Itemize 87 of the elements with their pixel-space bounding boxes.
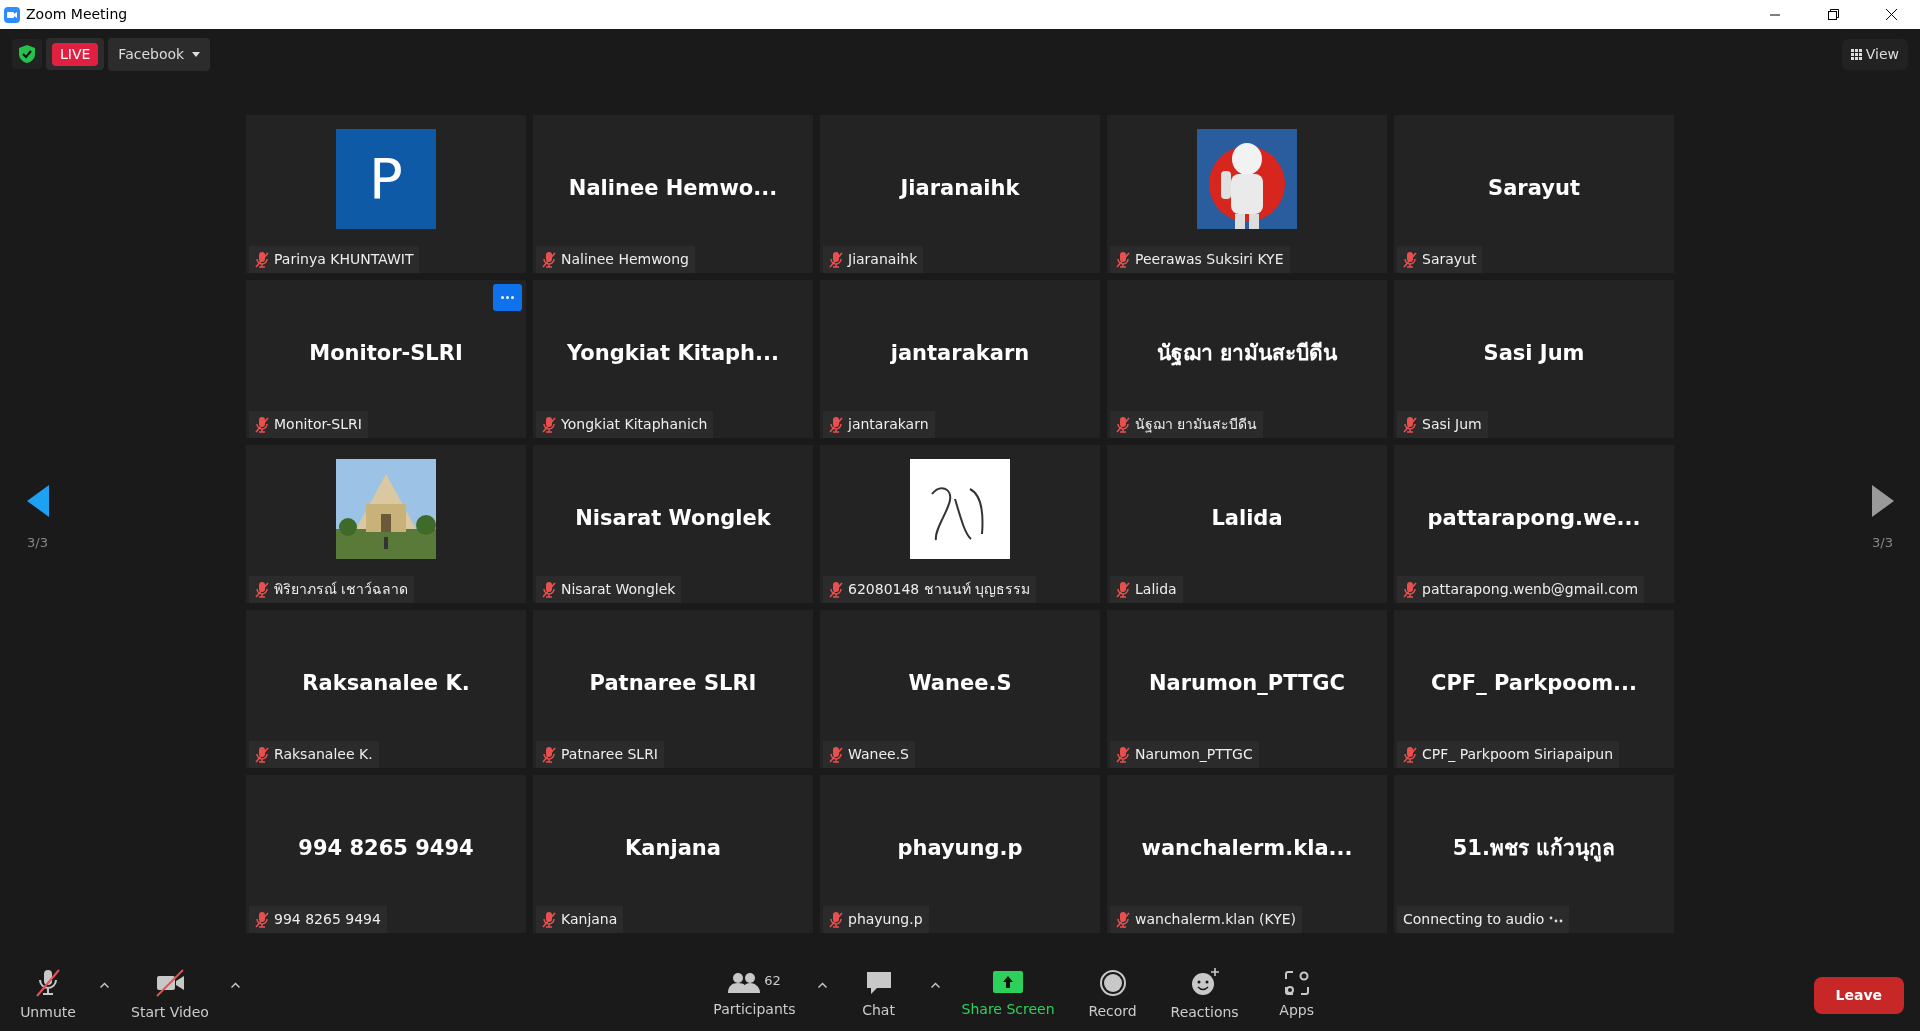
participant-name: Narumon_PTTGC: [1135, 745, 1253, 764]
participant-count: 62: [764, 971, 781, 990]
display-name: phayung.p: [897, 835, 1023, 863]
previous-page-button[interactable]: [26, 485, 49, 518]
share-screen-icon[interactable]: [993, 970, 1024, 995]
apps-button[interactable]: Apps: [1256, 967, 1337, 1023]
apps-icon[interactable]: [1283, 969, 1310, 996]
display-name: Sasi Jum: [1483, 340, 1585, 368]
record-icon[interactable]: [1098, 968, 1127, 997]
display-name: jantarakarn: [890, 340, 1030, 368]
display-name: wanchalerm.kla...: [1141, 835, 1353, 863]
display-name: Nalinee Hemwo...: [568, 175, 778, 203]
caret-up-icon: [230, 981, 240, 988]
grid-icon: [1850, 48, 1862, 60]
caret-up-icon: [100, 981, 109, 988]
participant-name: Wanee.S: [848, 745, 909, 764]
participant-name: Nisarat Wonglek: [561, 580, 676, 599]
display-name: 994 8265 9494: [298, 835, 474, 863]
display-name: Kanjana: [625, 835, 721, 863]
record-button[interactable]: Record: [1072, 966, 1153, 1024]
display-name: Yongkiat Kitaph...: [567, 340, 779, 368]
more-icon: [501, 296, 514, 299]
participant-name: pattarapong.wenb@gmail.com: [1422, 580, 1639, 599]
window-title: Zoom Meeting: [26, 5, 129, 24]
participant-name: 994 8265 9494: [274, 910, 381, 929]
caret-up-icon: [930, 981, 940, 988]
participant-name: Sarayut: [1422, 250, 1477, 269]
display-name: Patnaree SLRI: [589, 670, 757, 698]
video-button[interactable]: Start Video: [121, 965, 219, 1025]
stream-dropdown[interactable]: Facebook: [108, 37, 211, 71]
security-button[interactable]: [12, 39, 42, 69]
leave-button[interactable]: Leave: [1813, 976, 1904, 1014]
display-name: Jiaranaihk: [900, 175, 1020, 203]
participants-button[interactable]: 62 Participants: [703, 968, 806, 1022]
shield-icon: [19, 45, 35, 63]
share-button[interactable]: Share Screen: [951, 968, 1065, 1022]
participant-name: Peerawas Suksiri KYE: [1135, 250, 1284, 269]
page-indicator: 3/3: [27, 534, 48, 553]
display-name: pattarapong.we...: [1427, 505, 1641, 533]
caret-up-icon: [817, 981, 827, 988]
participant-name: Lalida: [1135, 580, 1177, 599]
display-name: 51.พชร แก้วนุกูล: [1452, 835, 1616, 864]
avatar: P: [336, 129, 436, 229]
view-button[interactable]: View: [1841, 38, 1908, 70]
participant-name: 62080148 ชานนท์ บุญธรรม: [848, 580, 1031, 600]
left-arrow-icon: [26, 485, 49, 518]
display-name: Nisarat Wonglek: [575, 505, 771, 533]
participant-name: Parinya KHUNTAWIT: [274, 250, 414, 269]
restore-icon: [1827, 9, 1839, 20]
display-name: CPF_ Parkpoom...: [1431, 670, 1637, 698]
display-name: Monitor-SLRI: [309, 340, 463, 368]
participant-name: Yongkiat Kitaphanich: [561, 415, 708, 434]
live-badge: LIVE: [52, 43, 99, 66]
participant-name: Sasi Jum: [1422, 415, 1482, 434]
muted-mic-icon[interactable]: [33, 967, 63, 998]
participant-name: Patnaree SLRI: [561, 745, 658, 764]
right-arrow-icon: [1871, 485, 1894, 518]
participant-name: นัฐฌา ยามันสะบีดีน: [1135, 415, 1258, 435]
video-off-icon[interactable]: [154, 967, 185, 998]
display-name: Narumon_PTTGC: [1149, 670, 1345, 698]
participant-name: Monitor-SLRI: [274, 415, 362, 434]
participant-name: Jiaranaihk: [848, 250, 918, 269]
participant-name: Connecting to audio: [1403, 910, 1545, 929]
chat-button[interactable]: Chat: [838, 967, 919, 1023]
participant-name: phayung.p: [848, 910, 923, 929]
display-name: Wanee.S: [908, 670, 1012, 698]
participant-name: CPF_ Parkpoom Siriapaipun: [1422, 745, 1614, 764]
smiley-plus-icon[interactable]: [1189, 967, 1220, 998]
display-name: Lalida: [1211, 505, 1283, 533]
participant-name: wanchalerm.klan (KYE): [1135, 910, 1297, 929]
display-name: นัฐฌา ยามันสะบีดีน: [1156, 340, 1338, 368]
mic-button[interactable]: Unmute: [8, 965, 88, 1025]
display-name: Sarayut: [1488, 175, 1580, 203]
close-icon: [1885, 9, 1897, 20]
more-options-button[interactable]: [493, 284, 522, 311]
caret-icon: [192, 51, 201, 57]
display-name: Raksanalee K.: [302, 670, 470, 698]
reactions-button[interactable]: Reactions: [1160, 965, 1249, 1025]
participant-name: Raksanalee K.: [274, 745, 373, 764]
participant-name: Nalinee Hemwong: [561, 250, 689, 269]
participant-name: Kanjana: [561, 910, 618, 929]
zoom-logo-icon: [4, 6, 20, 23]
participant-name: jantarakarn: [848, 415, 929, 434]
people-icon[interactable]: [728, 970, 761, 995]
page-indicator: 3/3: [1872, 534, 1893, 553]
participant-name: พิริยาภรณ์ เชาว์ฉลาด: [274, 580, 409, 599]
chat-icon[interactable]: [864, 969, 893, 996]
